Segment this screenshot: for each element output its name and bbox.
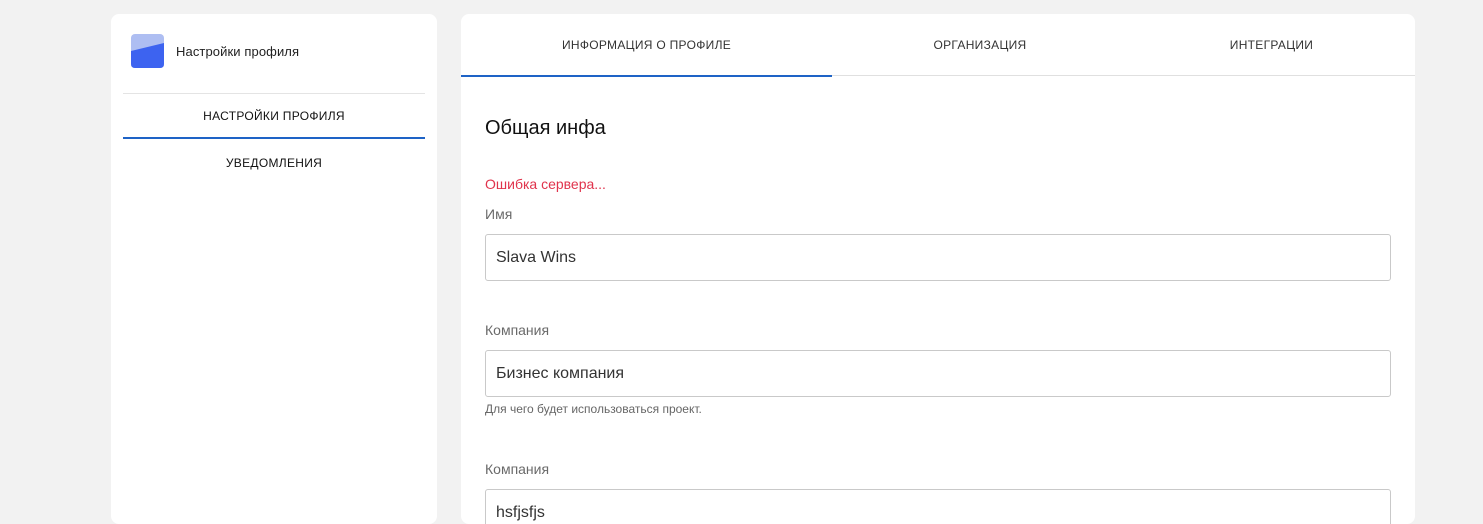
sidebar-header: Настройки профиля (131, 34, 299, 68)
sidebar: Настройки профиля НАСТРОЙКИ ПРОФИЛЯ УВЕД… (111, 14, 437, 524)
tab-organization[interactable]: ОРГАНИЗАЦИЯ (832, 14, 1128, 76)
name-input[interactable] (485, 234, 1391, 281)
error-message: Ошибка сервера... (485, 176, 606, 192)
company-label: Компания (485, 322, 550, 338)
app-logo-icon (131, 34, 164, 68)
company-helper-text: Для чего будет использоваться проект. (485, 402, 702, 416)
company-label-2: Компания (485, 461, 550, 477)
tab-integrations[interactable]: ИНТЕГРАЦИИ (1128, 14, 1415, 76)
sidebar-item-profile-settings[interactable]: НАСТРОЙКИ ПРОФИЛЯ (123, 94, 425, 139)
tab-profile-info[interactable]: ИНФОРМАЦИЯ О ПРОФИЛЕ (461, 14, 832, 77)
company-input-2[interactable] (485, 489, 1391, 524)
sidebar-item-notifications[interactable]: УВЕДОМЛЕНИЯ (123, 140, 425, 185)
main-panel: ИНФОРМАЦИЯ О ПРОФИЛЕ ОРГАНИЗАЦИЯ ИНТЕГРА… (461, 14, 1415, 524)
tab-bar: ИНФОРМАЦИЯ О ПРОФИЛЕ ОРГАНИЗАЦИЯ ИНТЕГРА… (461, 14, 1415, 77)
sidebar-title: Настройки профиля (176, 43, 300, 59)
name-label: Имя (485, 206, 513, 222)
company-input[interactable] (485, 350, 1391, 397)
section-title: Общая инфа (485, 117, 606, 139)
